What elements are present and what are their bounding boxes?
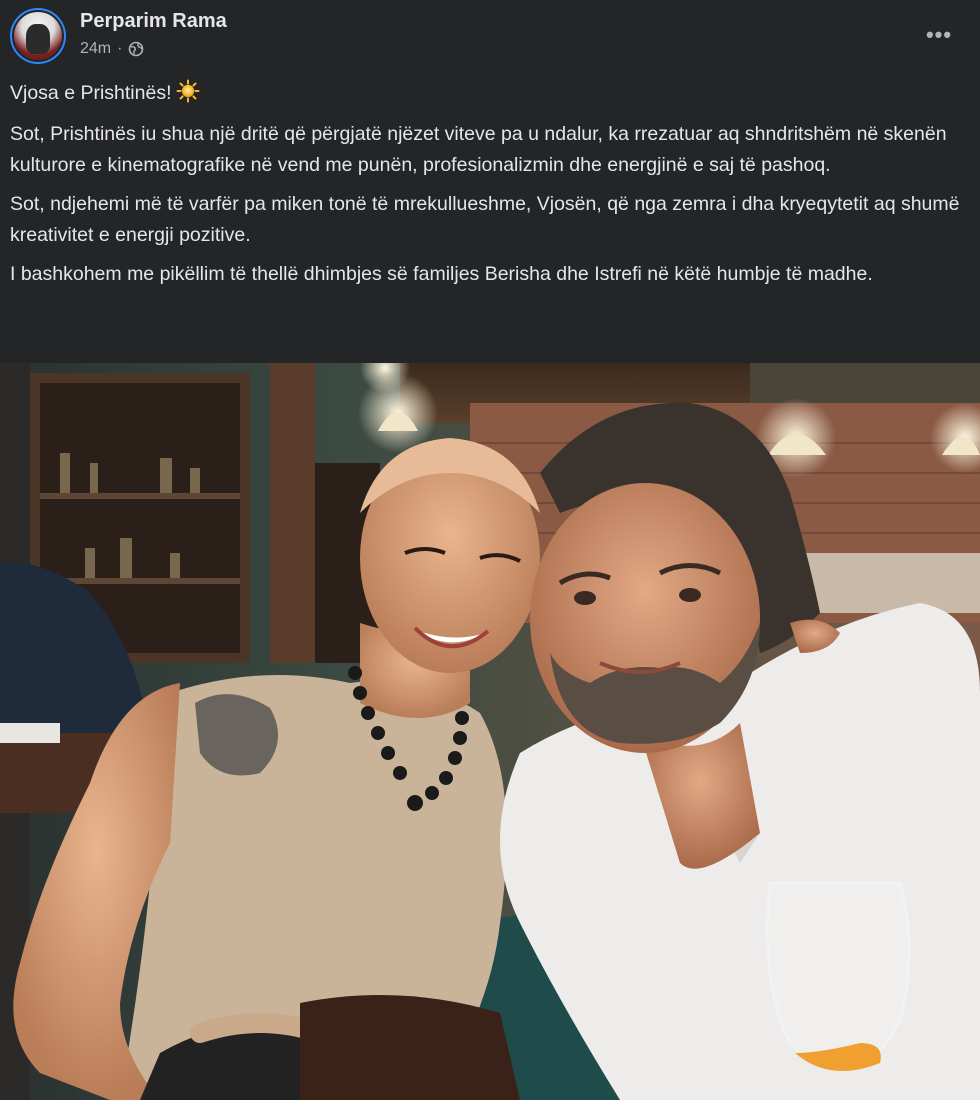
author-avatar[interactable] [10, 8, 66, 64]
sun-icon [176, 79, 200, 113]
author-name[interactable]: Perparim Rama [80, 10, 227, 33]
post-text: Vjosa e Prishtinës! Sot, Prishtinës iu s… [10, 78, 960, 298]
post-photo[interactable] [0, 363, 980, 1100]
photo-illustration [0, 363, 980, 1100]
meta-separator: · [117, 40, 123, 57]
post-paragraph: Sot, ndjehemi më të varfër pa miken tonë… [10, 193, 960, 246]
avatar-image [12, 10, 64, 62]
post-title-text: Vjosa e Prishtinës! [10, 82, 172, 104]
post-paragraph: Sot, Prishtinës iu shua një dritë që për… [10, 123, 947, 176]
post-paragraph: I bashkohem me pikëllim të thellë dhimbj… [10, 263, 873, 285]
post-paragraph: Vjosa e Prishtinës! [10, 78, 960, 113]
post-timestamp[interactable]: 24m [80, 40, 111, 58]
more-options-button[interactable]: ••• [924, 22, 954, 48]
post-header: Perparim Rama 24m · ••• [0, 0, 980, 72]
post-meta: 24m · [80, 40, 144, 58]
globe-icon[interactable] [128, 41, 144, 57]
